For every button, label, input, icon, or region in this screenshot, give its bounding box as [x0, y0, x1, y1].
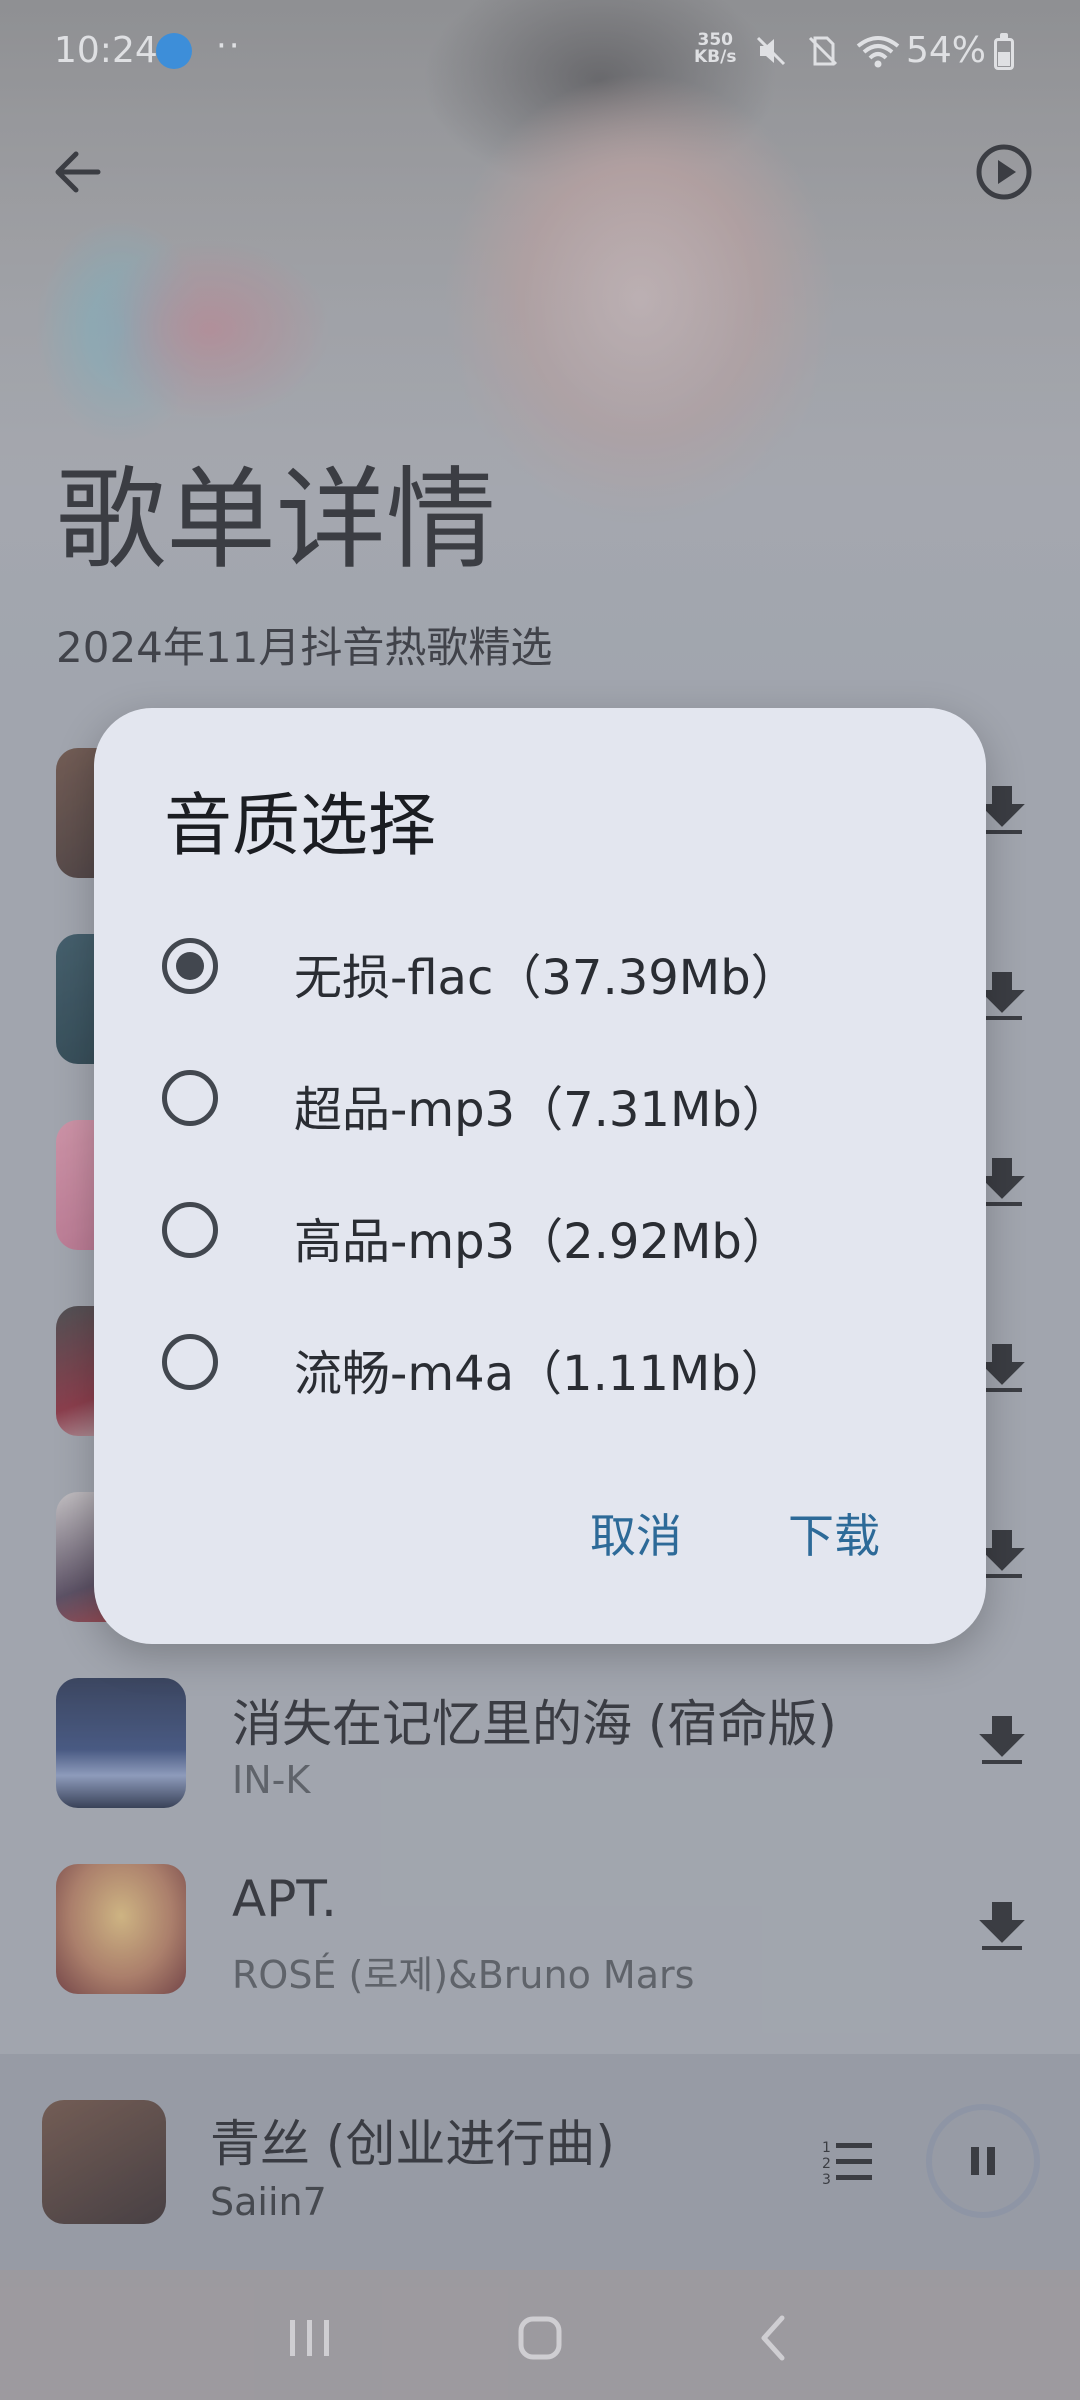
dialog-title: 音质选择 [164, 787, 437, 866]
quality-option-label: 无损-flac（37.39Mb） [294, 950, 799, 1006]
radio-button-checked[interactable] [162, 938, 218, 994]
quality-option-flac[interactable]: 无损-flac（37.39Mb） [150, 908, 930, 1028]
quality-option-mp3-super[interactable]: 超品-mp3（7.31Mb） [150, 1040, 930, 1160]
quality-option-label: 超品-mp3（7.31Mb） [294, 1082, 790, 1138]
download-button[interactable]: 下载 [788, 1500, 880, 1566]
quality-option-m4a[interactable]: 流畅-m4a（1.11Mb） [150, 1304, 930, 1424]
quality-option-label: 流畅-m4a（1.11Mb） [294, 1346, 789, 1402]
quality-option-label: 高品-mp3（2.92Mb） [294, 1214, 790, 1270]
radio-button[interactable] [162, 1202, 218, 1258]
radio-button[interactable] [162, 1070, 218, 1126]
quality-select-dialog: 音质选择 无损-flac（37.39Mb） 超品-mp3（7.31Mb） 高品-… [94, 708, 986, 1644]
cancel-button[interactable]: 取消 [590, 1500, 682, 1566]
radio-button[interactable] [162, 1334, 218, 1390]
quality-option-mp3-high[interactable]: 高品-mp3（2.92Mb） [150, 1172, 930, 1292]
